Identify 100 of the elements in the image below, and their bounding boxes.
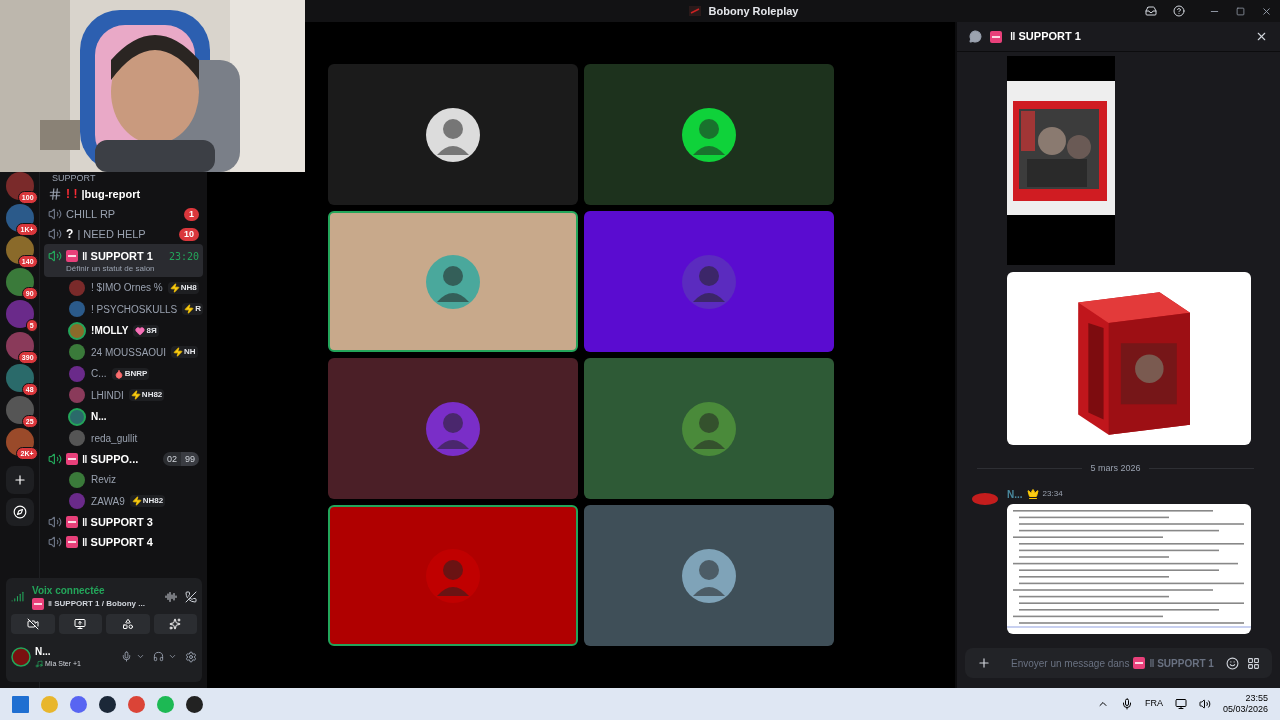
server-logo-icon bbox=[688, 6, 701, 16]
avatar bbox=[68, 492, 87, 511]
music-icon bbox=[35, 660, 43, 669]
avatar bbox=[68, 321, 87, 340]
avatar bbox=[68, 278, 87, 297]
channel-item[interactable]: ? | NEED HELP 10 bbox=[44, 224, 203, 244]
channel-item[interactable]: ǁ SUPPORT 1 23:20 Définir un statut de salon bbox=[44, 244, 203, 277]
lightning-icon bbox=[131, 496, 142, 507]
member-name: N... bbox=[91, 410, 107, 425]
close-icon[interactable] bbox=[1261, 5, 1272, 17]
channel-item[interactable]: ǁ SUPPO... 02 99 bbox=[44, 449, 203, 469]
mic-icon[interactable] bbox=[1120, 698, 1133, 710]
add-server-button[interactable] bbox=[5, 466, 34, 494]
category-header[interactable]: SUPPORT bbox=[40, 172, 207, 184]
channel-status[interactable]: Définir un statut de salon bbox=[48, 263, 199, 275]
avatar bbox=[681, 547, 737, 604]
voice-member[interactable]: ! PSYCHOSKULLS R bbox=[40, 298, 207, 320]
avatar bbox=[68, 343, 87, 362]
avatar bbox=[681, 106, 737, 163]
close-button[interactable] bbox=[1255, 30, 1268, 43]
noise-suppression-icon[interactable] bbox=[165, 590, 177, 603]
channel-name: |bug-report bbox=[81, 186, 141, 202]
voice-member[interactable]: 24 MOUSSAOUI NH bbox=[40, 341, 207, 363]
settings-icon[interactable] bbox=[185, 650, 197, 663]
taskbar-app-icon[interactable] bbox=[186, 695, 203, 713]
avatar bbox=[425, 400, 481, 457]
network-icon[interactable] bbox=[1174, 698, 1187, 710]
plus-icon bbox=[12, 473, 27, 487]
avatar bbox=[68, 429, 87, 448]
explore-button[interactable] bbox=[5, 498, 34, 526]
avatar bbox=[425, 106, 481, 163]
video-tile[interactable] bbox=[584, 64, 834, 205]
voice-member[interactable]: N... bbox=[40, 406, 207, 428]
clock-time[interactable]: 23:55 bbox=[1245, 693, 1268, 704]
volume-icon[interactable] bbox=[1198, 698, 1211, 710]
member-tag: 8Я bbox=[133, 324, 159, 337]
channel-item[interactable]: ! ! |bug-report bbox=[44, 184, 203, 204]
member-name: reda_gullit bbox=[91, 431, 138, 446]
close-icon bbox=[1255, 30, 1268, 43]
input-channel: ǁ SUPPORT 1 bbox=[1149, 656, 1214, 671]
attach-button[interactable] bbox=[977, 656, 991, 670]
voice-channel[interactable]: ǁ SUPPORT 1 / Bobony ... bbox=[48, 598, 145, 610]
crown-icon bbox=[1026, 488, 1039, 500]
voice-member[interactable]: C... BNRP bbox=[40, 363, 207, 385]
member-tag: NH82 bbox=[128, 389, 165, 402]
screen-share-button[interactable] bbox=[58, 614, 102, 634]
avatar bbox=[681, 400, 737, 457]
channel-item[interactable]: ǁ SUPPORT 4 bbox=[44, 532, 203, 552]
plus-icon bbox=[977, 656, 991, 670]
input-placeholder: Envoyer un message dans bbox=[1011, 656, 1130, 671]
member-name: C... bbox=[91, 367, 107, 382]
video-tile[interactable] bbox=[328, 211, 578, 352]
lightning-icon bbox=[169, 282, 180, 293]
unread-badge: 1 bbox=[184, 207, 199, 221]
avatar bbox=[425, 547, 481, 604]
chat-title: ǁ SUPPORT 1 bbox=[1010, 29, 1081, 45]
unread-badge: 10 bbox=[179, 227, 199, 241]
apps-icon[interactable] bbox=[1247, 656, 1260, 670]
user-name: N... bbox=[35, 645, 52, 659]
video-tile[interactable] bbox=[328, 358, 578, 499]
channel-prefix: ? bbox=[66, 226, 74, 243]
member-name: 24 MOUSSAOUI bbox=[91, 345, 167, 360]
maximize-icon[interactable] bbox=[1236, 6, 1245, 16]
channel-name: ǁ SUPPORT 4 bbox=[82, 534, 153, 550]
channel-name: ǁ SUPPORT 1 bbox=[82, 248, 153, 264]
activities-button[interactable] bbox=[106, 614, 150, 634]
avatar bbox=[11, 646, 31, 667]
soundboard-button[interactable] bbox=[153, 614, 197, 634]
voice-member[interactable]: !MOLLY 8Я bbox=[40, 320, 207, 342]
video-tile[interactable] bbox=[584, 505, 834, 646]
headphones-icon[interactable] bbox=[153, 651, 164, 663]
avatar bbox=[68, 386, 87, 405]
sparkles-icon bbox=[169, 618, 182, 630]
taskbar-app-icon[interactable] bbox=[99, 695, 116, 713]
camera-off-icon bbox=[26, 618, 39, 630]
inbox-icon[interactable] bbox=[1145, 5, 1157, 17]
emoji-icon[interactable] bbox=[1226, 656, 1239, 670]
voice-member[interactable]: ZAWA9 NH82 bbox=[40, 490, 207, 512]
video-tile[interactable] bbox=[328, 505, 578, 646]
avatar bbox=[68, 300, 87, 319]
message-author[interactable]: N... bbox=[1007, 486, 1023, 502]
voice-member[interactable]: Reviz bbox=[40, 469, 207, 491]
member-tag: NH82 bbox=[129, 495, 166, 508]
voice-member[interactable]: reda_gullit bbox=[40, 427, 207, 449]
video-tile[interactable] bbox=[584, 358, 834, 499]
channel-item[interactable]: CHILL RP 1 bbox=[44, 204, 203, 224]
channel-name: | NEED HELP bbox=[77, 226, 146, 242]
clock-date[interactable]: 05/03/2026 bbox=[1222, 704, 1268, 715]
video-tile[interactable] bbox=[328, 64, 578, 205]
input-language[interactable]: FRA bbox=[1144, 697, 1163, 711]
drop-icon bbox=[113, 368, 124, 379]
disconnect-icon[interactable] bbox=[185, 590, 197, 603]
channel-item[interactable]: ǁ SUPPORT 3 bbox=[44, 512, 203, 532]
camera-button[interactable] bbox=[11, 614, 55, 634]
voice-member[interactable]: ! $IMO Ornes % NH8 bbox=[40, 277, 207, 299]
date-divider: 5 mars 2026 bbox=[1090, 462, 1141, 475]
video-tile[interactable] bbox=[584, 211, 834, 352]
lightning-icon bbox=[184, 304, 195, 315]
voice-member[interactable]: LHINDI NH82 bbox=[40, 384, 207, 406]
help-icon[interactable] bbox=[1173, 5, 1185, 17]
